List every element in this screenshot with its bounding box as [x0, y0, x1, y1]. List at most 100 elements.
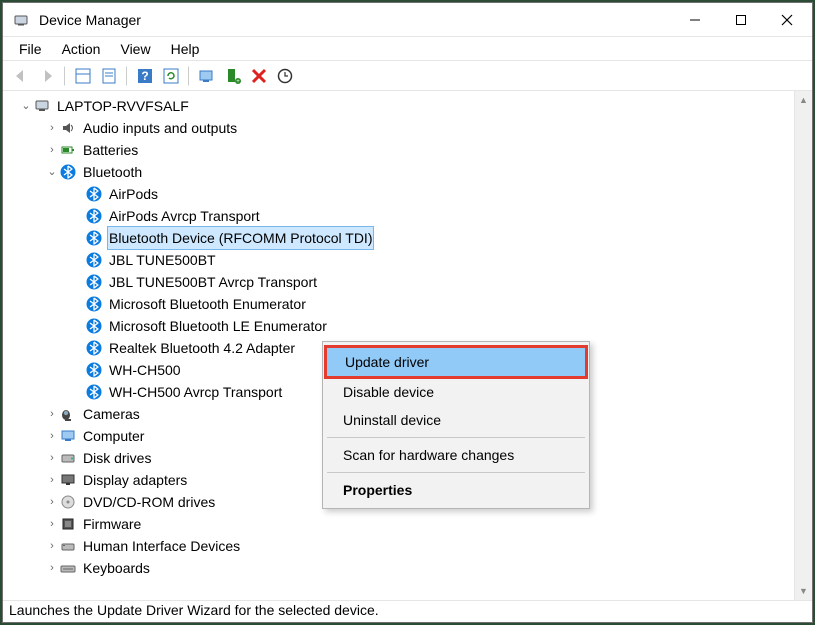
menu-help[interactable]: Help	[161, 39, 210, 59]
context-menu-item[interactable]: Update driver	[325, 346, 587, 378]
dvd-icon	[59, 493, 77, 511]
back-button[interactable]	[9, 64, 33, 88]
bluetooth-icon	[85, 251, 103, 269]
install-legacy-button[interactable]: +	[221, 64, 245, 88]
scan-hardware-button[interactable]	[273, 64, 297, 88]
tree-item-label: WH-CH500 Avrcp Transport	[107, 381, 284, 403]
bluetooth-icon	[85, 295, 103, 313]
twisty-icon[interactable]: ›	[45, 513, 59, 535]
tree-device[interactable]: Microsoft Bluetooth LE Enumerator	[9, 315, 794, 337]
tree-device[interactable]: AirPods Avrcp Transport	[9, 205, 794, 227]
refresh-button[interactable]	[159, 64, 183, 88]
context-menu-item[interactable]: Disable device	[325, 378, 587, 406]
twisty-icon[interactable]: ⌄	[19, 95, 33, 117]
help-button[interactable]: ?	[133, 64, 157, 88]
tree-item-label: Computer	[81, 425, 146, 447]
hid-icon	[59, 537, 77, 555]
twisty-icon[interactable]: ›	[45, 425, 59, 447]
tree-item-label: AirPods	[107, 183, 160, 205]
tree-item-label: Bluetooth	[81, 161, 144, 183]
tree-root[interactable]: ⌄LAPTOP-RVVFSALF	[9, 95, 794, 117]
vertical-scrollbar[interactable]: ▲ ▼	[794, 91, 812, 600]
disk-icon	[59, 449, 77, 467]
tree-category[interactable]: › Firmware	[9, 513, 794, 535]
menu-file[interactable]: File	[9, 39, 52, 59]
tree-item-label: Disk drives	[81, 447, 153, 469]
tree-category[interactable]: ›Batteries	[9, 139, 794, 161]
context-menu-divider	[327, 472, 585, 473]
twisty-icon[interactable]: ›	[45, 447, 59, 469]
app-icon	[13, 12, 29, 28]
tree-category[interactable]: › Human Interface Devices	[9, 535, 794, 557]
tree-item-label: AirPods Avrcp Transport	[107, 205, 262, 227]
context-menu-item[interactable]: Uninstall device	[325, 406, 587, 434]
twisty-icon[interactable]: ›	[45, 491, 59, 513]
bluetooth-icon	[85, 185, 103, 203]
tree-item-label: Microsoft Bluetooth Enumerator	[107, 293, 308, 315]
twisty-icon[interactable]: ⌄	[45, 161, 59, 183]
update-driver-button[interactable]	[195, 64, 219, 88]
menubar: File Action View Help	[3, 37, 812, 61]
tree-item-label: Firmware	[81, 513, 143, 535]
tree-item-label: Human Interface Devices	[81, 535, 242, 557]
window-title: Device Manager	[39, 12, 672, 28]
tree-device[interactable]: AirPods	[9, 183, 794, 205]
twisty-icon[interactable]: ›	[45, 557, 59, 579]
context-menu-item[interactable]: Scan for hardware changes	[325, 441, 587, 469]
maximize-button[interactable]	[718, 3, 764, 36]
svg-text:?: ?	[141, 69, 148, 83]
tree-device[interactable]: Microsoft Bluetooth Enumerator	[9, 293, 794, 315]
twisty-icon[interactable]: ›	[45, 535, 59, 557]
context-menu-item[interactable]: Properties	[325, 476, 587, 504]
speaker-icon	[59, 119, 77, 137]
context-menu-divider	[327, 437, 585, 438]
bluetooth-icon	[85, 317, 103, 335]
show-hide-tree-button[interactable]	[71, 64, 95, 88]
tree-category[interactable]: ⌄ Bluetooth	[9, 161, 794, 183]
keyboard-icon	[59, 559, 77, 577]
toolbar-separator	[126, 66, 128, 86]
twisty-icon[interactable]: ›	[45, 403, 59, 425]
tree-item-label: WH-CH500	[107, 359, 183, 381]
minimize-button[interactable]	[672, 3, 718, 36]
tree-category[interactable]: ›Audio inputs and outputs	[9, 117, 794, 139]
tree-item-label: JBL TUNE500BT Avrcp Transport	[107, 271, 319, 293]
tree-category[interactable]: › Keyboards	[9, 557, 794, 579]
bluetooth-icon	[85, 383, 103, 401]
scroll-up-arrow[interactable]: ▲	[795, 91, 812, 109]
toolbar-separator	[188, 66, 190, 86]
bluetooth-icon	[85, 273, 103, 291]
tree-item-label: Bluetooth Device (RFCOMM Protocol TDI)	[107, 226, 374, 250]
tree-item-label: Keyboards	[81, 557, 152, 579]
tree-item-label: Microsoft Bluetooth LE Enumerator	[107, 315, 329, 337]
tree-device[interactable]: JBL TUNE500BT Avrcp Transport	[9, 271, 794, 293]
tree-item-label: DVD/CD-ROM drives	[81, 491, 217, 513]
twisty-icon[interactable]: ›	[45, 117, 59, 139]
client-area: ⌄LAPTOP-RVVFSALF›Audio inputs and output…	[3, 91, 812, 600]
scroll-track[interactable]	[795, 109, 812, 582]
tree-item-label: Cameras	[81, 403, 142, 425]
camera-icon	[59, 405, 77, 423]
bluetooth-icon	[85, 229, 103, 247]
computer-icon	[59, 427, 77, 445]
tree-item-label: JBL TUNE500BT	[107, 249, 218, 271]
bluetooth-icon	[85, 207, 103, 225]
svg-text:+: +	[236, 79, 240, 85]
forward-button[interactable]	[35, 64, 59, 88]
menu-action[interactable]: Action	[52, 39, 111, 59]
uninstall-button[interactable]	[247, 64, 271, 88]
twisty-icon[interactable]: ›	[45, 139, 59, 161]
properties-button[interactable]	[97, 64, 121, 88]
twisty-icon[interactable]: ›	[45, 469, 59, 491]
toolbar-separator	[64, 66, 66, 86]
device-manager-window: Device Manager File Action View Help ? +…	[2, 2, 813, 623]
close-button[interactable]	[764, 3, 810, 36]
scroll-down-arrow[interactable]: ▼	[795, 582, 812, 600]
tree-item-label: Realtek Bluetooth 4.2 Adapter	[107, 337, 297, 359]
status-bar: Launches the Update Driver Wizard for th…	[3, 600, 812, 622]
display-icon	[59, 471, 77, 489]
tree-device[interactable]: JBL TUNE500BT	[9, 249, 794, 271]
battery-icon	[59, 141, 77, 159]
menu-view[interactable]: View	[110, 39, 160, 59]
tree-device[interactable]: Bluetooth Device (RFCOMM Protocol TDI)	[9, 227, 794, 249]
